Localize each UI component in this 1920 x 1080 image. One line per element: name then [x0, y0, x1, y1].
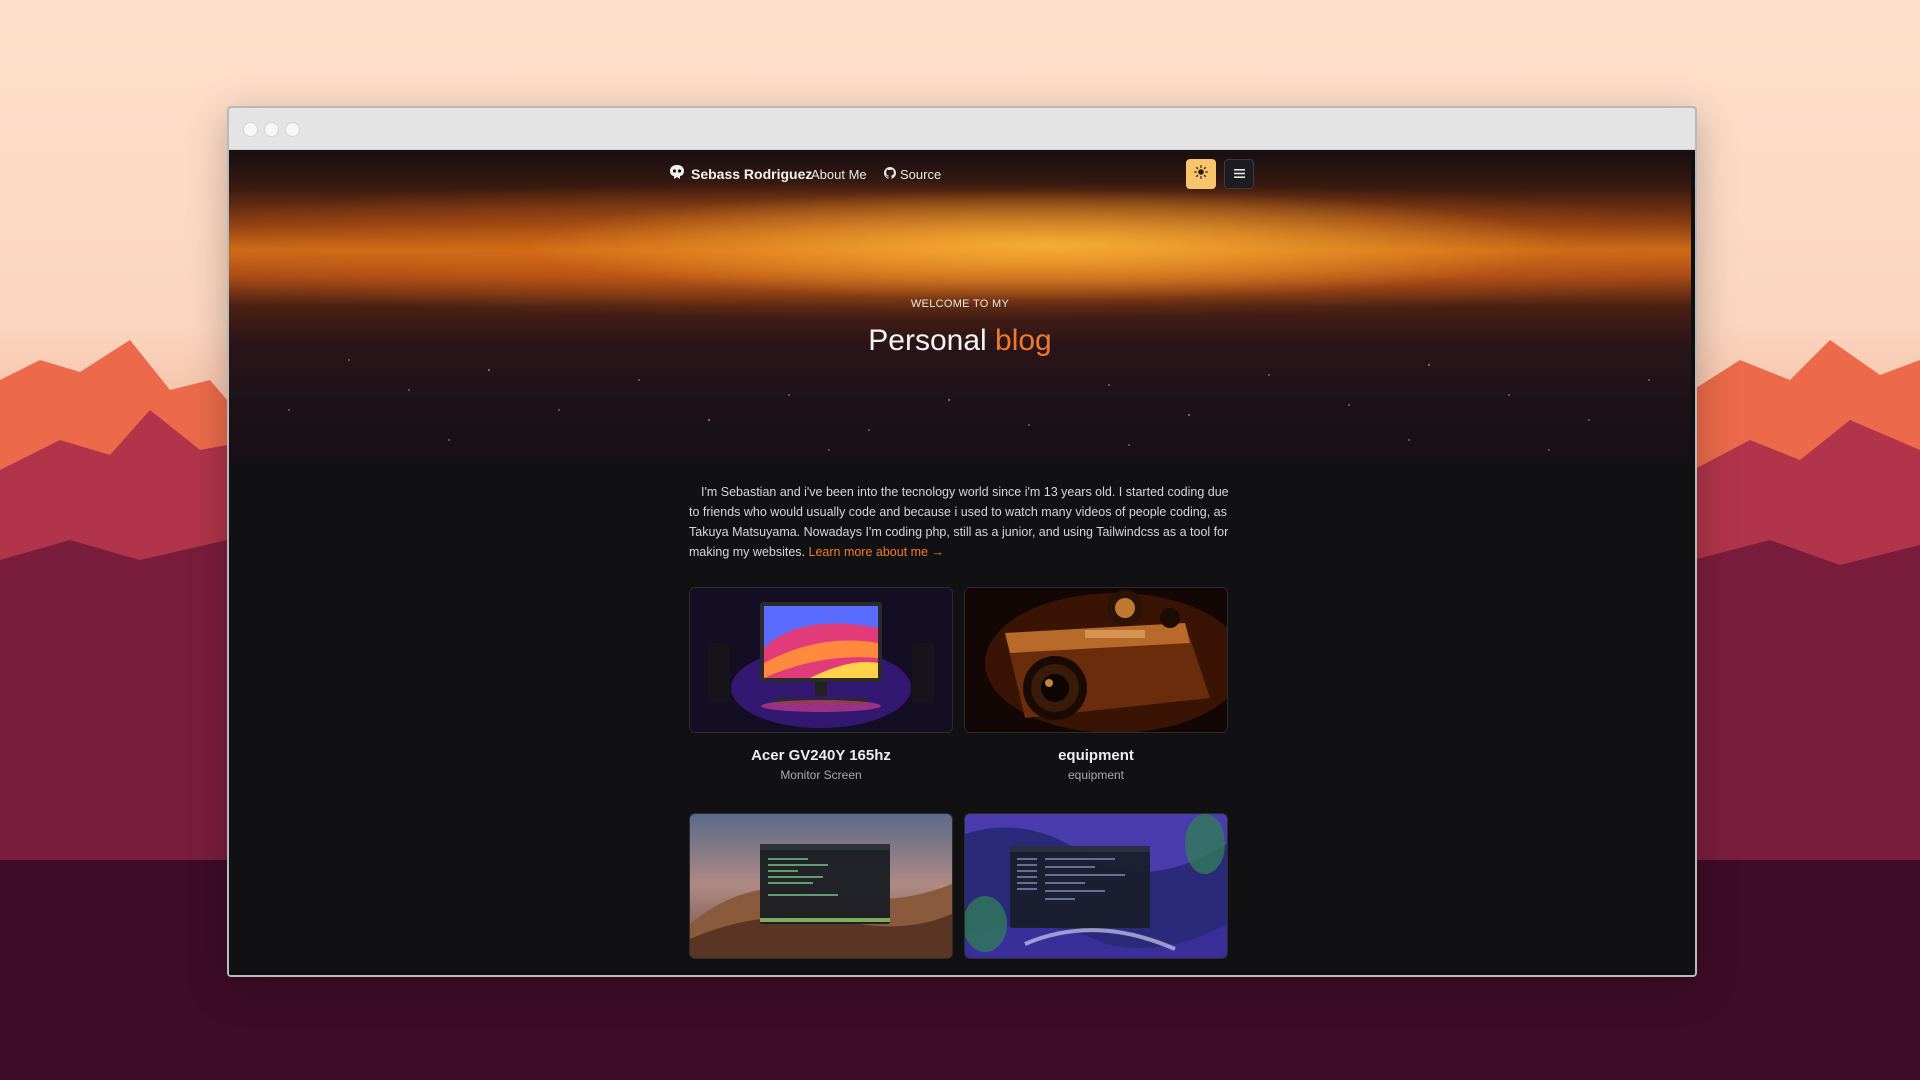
browser-window: Sebass Rodriguez About Me Source WELCOME… — [227, 106, 1697, 977]
hero-kicker: WELCOME TO MY — [910, 298, 1010, 310]
nav-link-source[interactable]: Source — [884, 167, 941, 182]
window-close-dot[interactable] — [243, 122, 258, 137]
hamburger-menu-icon — [1233, 165, 1245, 183]
intro-text: I'm Sebastian and i've been into the tec… — [689, 485, 1229, 559]
learn-more-label: Learn more about me — [808, 545, 929, 559]
window-titlebar — [229, 108, 1695, 150]
brand-name: Sebass Rodriguez — [691, 165, 813, 182]
navbar: Sebass Rodriguez About Me Source — [229, 150, 1691, 200]
hero-title: Personal blog — [229, 324, 1691, 358]
blog-page: Sebass Rodriguez About Me Source WELCOME… — [229, 150, 1691, 975]
theme-toggle-button[interactable] — [1186, 159, 1216, 189]
post-card[interactable] — [964, 813, 1228, 973]
menu-button[interactable] — [1224, 159, 1254, 189]
camera-image — [964, 587, 1228, 733]
hero-title-accent: blog — [995, 324, 1052, 357]
learn-more-link[interactable]: Learn more about me → — [809, 545, 945, 559]
post-card[interactable]: equipment equipment — [964, 587, 1228, 782]
github-icon — [884, 167, 896, 182]
window-maximize-dot[interactable] — [285, 122, 300, 137]
hero-title-main: Personal — [868, 324, 987, 357]
sun-icon — [1194, 164, 1208, 184]
intro-paragraph: I'm Sebastian and i've been into the tec… — [689, 482, 1239, 562]
card-title: equipment — [1058, 747, 1134, 764]
hero-banner: Sebass Rodriguez About Me Source WELCOME… — [229, 150, 1691, 463]
window-minimize-dot[interactable] — [264, 122, 279, 137]
post-card[interactable] — [689, 813, 953, 973]
post-card[interactable]: Acer GV240Y 165hz Monitor Screen — [689, 587, 953, 782]
arrow-right-icon: → — [931, 545, 945, 559]
source-label: Source — [900, 167, 942, 182]
monitor-setup-image — [689, 587, 953, 733]
card-title: Acer GV240Y 165hz — [751, 747, 891, 764]
brand-logo-icon — [669, 164, 685, 183]
brand-link[interactable]: Sebass Rodriguez — [669, 164, 812, 183]
card-subtitle: equipment — [1067, 768, 1125, 782]
abstract-terminal-screenshot-image — [964, 813, 1228, 959]
desert-terminal-screenshot-image — [689, 813, 953, 959]
card-subtitle: Monitor Screen — [780, 768, 862, 782]
nav-link-about-me[interactable]: About Me — [811, 167, 867, 182]
